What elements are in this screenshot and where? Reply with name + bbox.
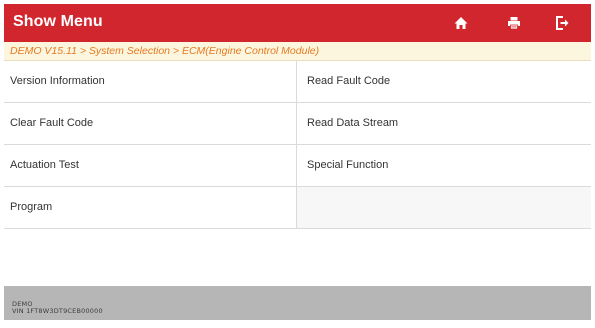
menu-item-label: Special Function — [307, 159, 389, 171]
menu-item-program[interactable]: Program — [4, 187, 297, 228]
home-icon — [454, 17, 468, 29]
menu-item-label: Version Information — [10, 75, 105, 87]
diagnostic-screen: Show Menu DEMO V15.11 > System Selection… — [4, 4, 591, 320]
menu-item-empty — [297, 187, 591, 228]
menu-item-read-data-stream[interactable]: Read Data Stream — [297, 103, 591, 144]
breadcrumb-text: DEMO V15.11 > System Selection > ECM(Eng… — [10, 45, 320, 57]
print-button[interactable] — [497, 4, 531, 42]
breadcrumb: DEMO V15.11 > System Selection > ECM(Eng… — [4, 42, 591, 61]
exit-button[interactable] — [545, 4, 579, 42]
menu-item-label: Clear Fault Code — [10, 117, 94, 129]
menu-item-actuation-test[interactable]: Actuation Test — [4, 145, 297, 186]
exit-icon — [556, 16, 569, 30]
menu-item-clear-fault-code[interactable]: Clear Fault Code — [4, 103, 297, 144]
home-button[interactable] — [444, 4, 478, 42]
menu-row: Program — [4, 187, 591, 229]
menu-item-label: Read Fault Code — [307, 75, 391, 87]
menu-item-version-information[interactable]: Version Information — [4, 61, 297, 102]
menu-item-read-fault-code[interactable]: Read Fault Code — [297, 61, 591, 102]
printer-icon — [508, 17, 520, 30]
menu-item-special-function[interactable]: Special Function — [297, 145, 591, 186]
menu-item-label: Read Data Stream — [307, 117, 399, 129]
function-menu: Version Information Read Fault Code Clea… — [4, 61, 591, 229]
menu-item-label: Actuation Test — [10, 159, 79, 171]
header-bar: Show Menu — [4, 4, 591, 42]
vehicle-info-bar: DEMO VIN 1FT8W3DT9CEB00000 — [4, 286, 591, 320]
vehicle-vin: VIN 1FT8W3DT9CEB00000 — [12, 307, 103, 315]
menu-row: Actuation Test Special Function — [4, 145, 591, 187]
menu-row: Clear Fault Code Read Data Stream — [4, 103, 591, 145]
page-title: Show Menu — [13, 13, 103, 30]
menu-item-label: Program — [10, 201, 53, 213]
menu-row: Version Information Read Fault Code — [4, 61, 591, 103]
